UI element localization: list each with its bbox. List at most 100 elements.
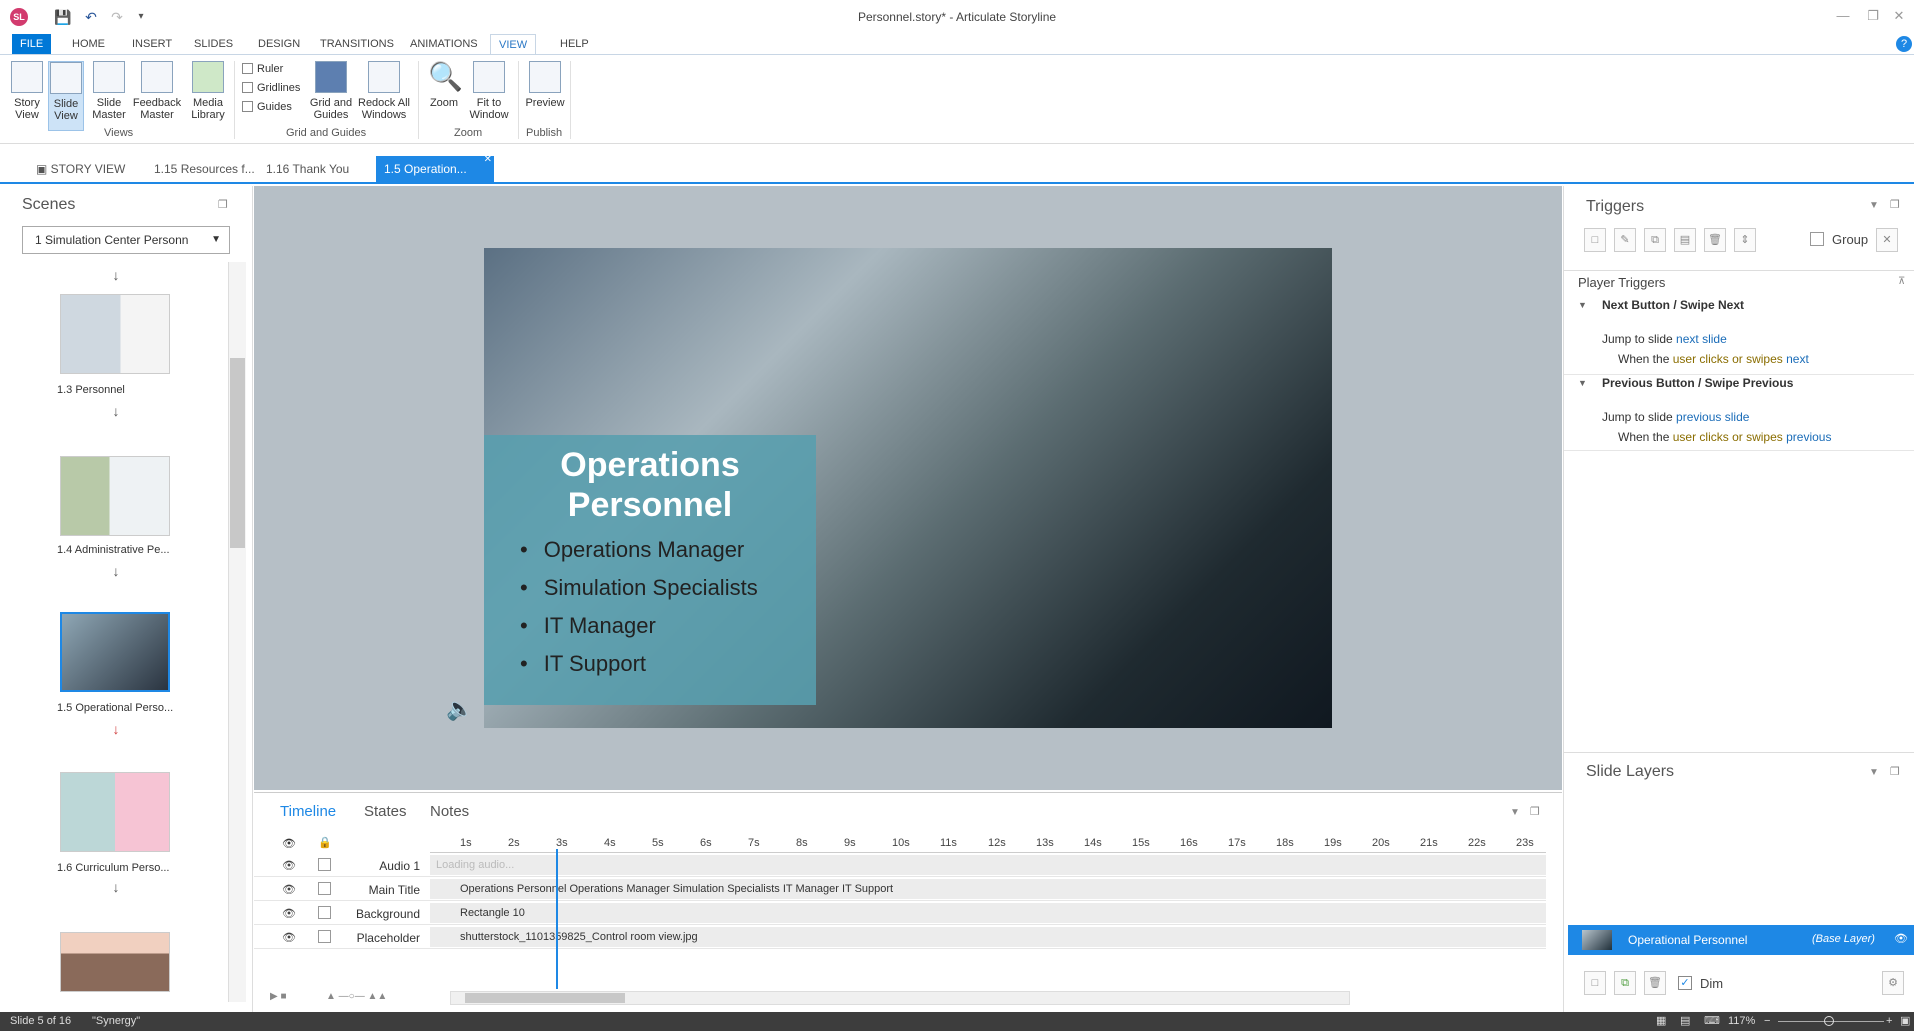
slide-view-button[interactable]: Slide View bbox=[48, 61, 84, 131]
preview-status-icon[interactable]: ⌨ bbox=[1704, 1012, 1720, 1031]
slide-master-button[interactable]: Slide Master bbox=[88, 61, 130, 131]
timeline-row-bar[interactable]: shutterstock_1101359825_Control room vie… bbox=[430, 927, 1546, 947]
slide-thumbnail[interactable] bbox=[60, 772, 170, 852]
slide-title[interactable]: Operations Personnel bbox=[484, 445, 816, 525]
redock-windows-button[interactable]: Redock All Windows bbox=[358, 61, 410, 131]
tab-help[interactable]: HELP bbox=[552, 34, 597, 54]
timeline-row[interactable]: 👁 Placeholder shutterstock_1101359825_Co… bbox=[254, 925, 1546, 949]
eye-icon[interactable]: 👁 bbox=[282, 907, 296, 920]
help-icon[interactable]: ? bbox=[1896, 36, 1912, 52]
panel-float-icon[interactable]: ❐ bbox=[1890, 198, 1900, 211]
timeline-row[interactable]: 👁 Main Title Operations Personnel Operat… bbox=[254, 877, 1546, 901]
move-trigger-icon[interactable]: ⇕ bbox=[1734, 228, 1756, 252]
slide-thumbnail[interactable] bbox=[60, 932, 170, 992]
slide[interactable]: Operations Personnel Operations Manager … bbox=[484, 248, 1332, 728]
timeline-row-bar[interactable]: Loading audio... bbox=[430, 855, 1546, 875]
new-layer-icon[interactable]: □ bbox=[1584, 971, 1606, 995]
timeline-row-bar[interactable]: Rectangle 10 bbox=[430, 903, 1546, 923]
zoom-slider[interactable]: ▲ —○— ▲▲ bbox=[326, 991, 387, 1002]
slide-thumbnail[interactable] bbox=[60, 456, 170, 536]
tab-animations[interactable]: ANIMATIONS bbox=[402, 34, 486, 54]
collapse-icon[interactable]: ⊼ bbox=[1898, 276, 1905, 287]
zoom-button[interactable]: 🔍 Zoom bbox=[426, 61, 463, 131]
story-view-button[interactable]: Story View bbox=[8, 61, 46, 131]
trigger-next-action[interactable]: Jump to slide next slide bbox=[1602, 332, 1727, 346]
trigger-group-next[interactable]: Next Button / Swipe Next bbox=[1602, 298, 1744, 312]
chevron-down-icon[interactable]: ▼ bbox=[1578, 378, 1587, 388]
panel-float-icon[interactable]: ❐ bbox=[1890, 765, 1900, 778]
tab-slides[interactable]: SLIDES bbox=[186, 34, 241, 54]
timeline-ruler[interactable]: 1s 2s 3s 4s 5s 6s 7s 8s 9s 10s 11s 12s 13s 14s 15s 16s 1… bbox=[430, 833, 1546, 853]
timeline-row[interactable]: 👁 Audio 1 Loading audio... bbox=[254, 853, 1546, 877]
trigger-prev-action[interactable]: Jump to slide previous slide bbox=[1602, 410, 1749, 424]
chevron-down-icon[interactable]: ▼ bbox=[1869, 767, 1879, 778]
zoom-in-icon[interactable]: + bbox=[1886, 1012, 1892, 1031]
slide-bullet-list[interactable]: Operations Manager Simulation Specialist… bbox=[520, 531, 758, 683]
group-checkbox[interactable] bbox=[1810, 232, 1824, 246]
eye-icon[interactable]: 👁 bbox=[282, 931, 296, 944]
timeline-scrollbar[interactable] bbox=[450, 991, 1350, 1005]
lock-all-icon[interactable]: 🔒 bbox=[318, 836, 332, 849]
dim-checkbox[interactable]: ✓ bbox=[1678, 976, 1692, 990]
layer-settings-icon[interactable]: ⚙ bbox=[1882, 971, 1904, 995]
close-tab-icon[interactable]: ✕ bbox=[484, 147, 492, 173]
tab-slide-1-15[interactable]: 1.15 Resources f... bbox=[146, 156, 263, 182]
lock-checkbox[interactable] bbox=[318, 930, 331, 943]
lock-checkbox[interactable] bbox=[318, 906, 331, 919]
minimize-icon[interactable]: — bbox=[1830, 6, 1856, 26]
tab-states[interactable]: States bbox=[364, 803, 407, 820]
tab-home[interactable]: HOME bbox=[64, 34, 113, 54]
tab-slide-1-16[interactable]: 1.16 Thank You bbox=[258, 156, 357, 182]
lock-checkbox[interactable] bbox=[318, 858, 331, 871]
paste-trigger-icon[interactable]: ▤ bbox=[1674, 228, 1696, 252]
slide-text-panel[interactable]: Operations Personnel Operations Manager … bbox=[484, 435, 816, 705]
variables-icon[interactable]: ✕ bbox=[1876, 228, 1898, 252]
delete-layer-icon[interactable]: 🗑 bbox=[1644, 971, 1666, 995]
tab-view[interactable]: VIEW bbox=[490, 34, 537, 54]
zoom-slider-thumb[interactable] bbox=[1824, 1016, 1834, 1026]
slide-thumbnail[interactable] bbox=[60, 294, 170, 374]
show-all-eye-icon[interactable]: 👁 bbox=[282, 837, 296, 850]
scenes-scrollbar[interactable] bbox=[228, 262, 246, 1002]
story-view-status-icon[interactable]: ▤ bbox=[1680, 1012, 1690, 1031]
new-trigger-icon[interactable]: □ bbox=[1584, 228, 1606, 252]
delete-trigger-icon[interactable]: 🗑 bbox=[1704, 228, 1726, 252]
panel-float-icon[interactable]: ❐ bbox=[1530, 805, 1540, 818]
scrollbar-thumb[interactable] bbox=[230, 358, 245, 548]
close-icon[interactable]: ✕ bbox=[1886, 6, 1912, 26]
preview-button[interactable]: Preview bbox=[524, 61, 566, 131]
gridlines-checkbox[interactable]: Gridlines bbox=[242, 82, 300, 94]
timeline-row[interactable]: 👁 Background Rectangle 10 bbox=[254, 901, 1546, 925]
panel-float-icon[interactable]: ❐ bbox=[218, 198, 228, 211]
trigger-next-condition[interactable]: When the user clicks or swipes next bbox=[1618, 352, 1809, 366]
maximize-icon[interactable]: ❐ bbox=[1860, 6, 1886, 26]
zoom-out-icon[interactable]: − bbox=[1764, 1012, 1770, 1031]
eye-icon[interactable]: 👁 bbox=[282, 859, 296, 872]
tab-story-view[interactable]: ▣ STORY VIEW bbox=[28, 156, 133, 182]
copy-trigger-icon[interactable]: ⧉ bbox=[1644, 228, 1666, 252]
timeline-row-bar[interactable]: Operations Personnel Operations Manager … bbox=[430, 879, 1546, 899]
normal-view-icon[interactable]: ▦ bbox=[1656, 1012, 1666, 1031]
tab-insert[interactable]: INSERT bbox=[124, 34, 180, 54]
chevron-down-icon[interactable]: ▼ bbox=[1578, 300, 1587, 310]
scrollbar-thumb[interactable] bbox=[465, 993, 625, 1003]
slide-thumbnail-selected[interactable] bbox=[60, 612, 170, 692]
tab-design[interactable]: DESIGN bbox=[250, 34, 308, 54]
trigger-group-previous[interactable]: Previous Button / Swipe Previous bbox=[1602, 376, 1793, 390]
base-layer-row[interactable]: Operational Personnel (Base Layer) 👁 bbox=[1568, 925, 1914, 955]
playhead[interactable] bbox=[556, 849, 558, 989]
feedback-master-button[interactable]: Feedback Master bbox=[132, 61, 182, 131]
tab-file[interactable]: FILE bbox=[12, 34, 52, 54]
tab-timeline[interactable]: Timeline bbox=[280, 803, 336, 820]
play-icon[interactable]: ▶ ■ bbox=[270, 991, 287, 1002]
eye-icon[interactable]: 👁 bbox=[282, 883, 296, 896]
grid-and-guides-button[interactable]: Grid and Guides bbox=[308, 61, 354, 131]
tab-slide-1-5[interactable]: 1.5 Operation... ✕ bbox=[376, 154, 494, 182]
chevron-down-icon[interactable]: ▼ bbox=[1510, 807, 1520, 818]
tab-transitions[interactable]: TRANSITIONS bbox=[312, 34, 402, 54]
edit-trigger-icon[interactable]: ✎ bbox=[1614, 228, 1636, 252]
lock-checkbox[interactable] bbox=[318, 882, 331, 895]
duplicate-layer-icon[interactable]: ⧉ bbox=[1614, 971, 1636, 995]
trigger-prev-condition[interactable]: When the user clicks or swipes previous bbox=[1618, 430, 1831, 444]
fit-screen-icon[interactable]: ▣ bbox=[1900, 1012, 1910, 1031]
